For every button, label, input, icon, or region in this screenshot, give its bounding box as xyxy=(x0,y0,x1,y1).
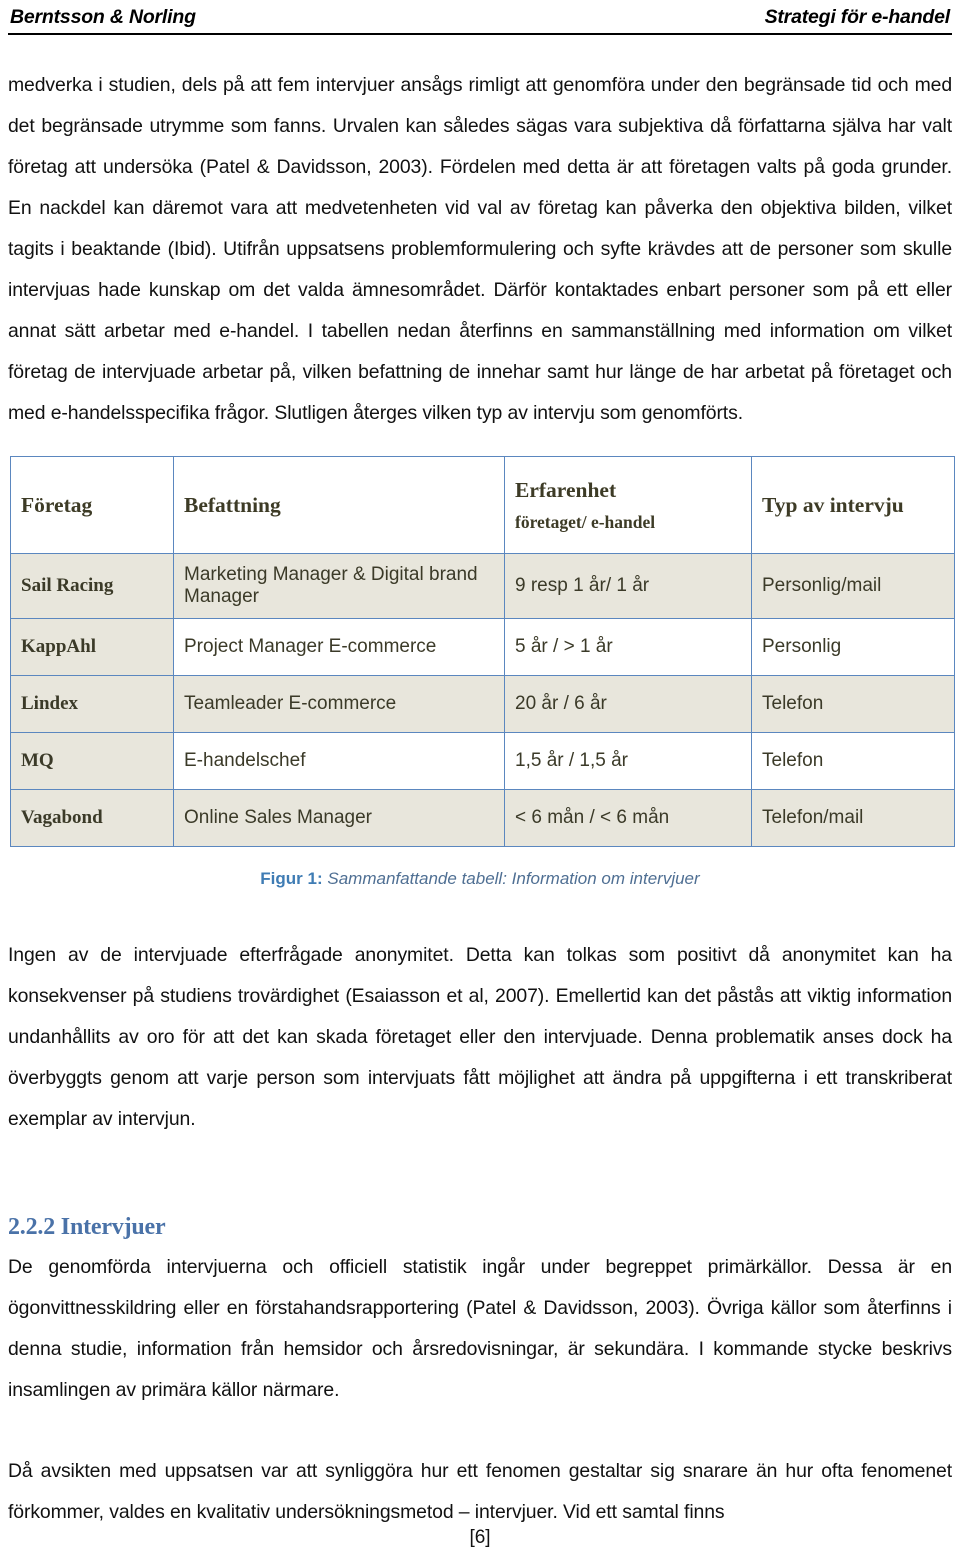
cell-interview-type: Telefon xyxy=(751,675,955,733)
section-heading-2-2-2: 2.2.2 Intervjuer xyxy=(8,1214,166,1240)
cell-interview-type: Telefon/mail xyxy=(751,789,955,847)
figure-caption: Figur 1: Sammanfattande tabell: Informat… xyxy=(8,869,952,889)
cell-position: Project Manager E-commerce xyxy=(173,618,505,676)
column-header-position: Befattning xyxy=(173,456,505,554)
cell-interview-type: Personlig xyxy=(751,618,955,676)
paragraph-2: Ingen av de intervjuade efterfrågade ano… xyxy=(8,944,952,1130)
cell-position: Teamleader E-commerce xyxy=(173,675,505,733)
paragraph-3: De genomförda intervjuerna och officiell… xyxy=(8,1256,952,1401)
column-header-interview-type-label: Typ av intervju xyxy=(762,492,904,517)
column-header-position-label: Befattning xyxy=(184,492,281,517)
cell-experience: 1,5 år / 1,5 år xyxy=(504,732,752,790)
figure-caption-label: Figur 1: xyxy=(260,869,323,888)
header-divider xyxy=(8,33,952,35)
cell-company: MQ xyxy=(10,732,174,790)
cell-company: Vagabond xyxy=(10,789,174,847)
column-header-experience: Erfarenhet företaget/ e-handel xyxy=(504,456,752,554)
cell-position: Online Sales Manager xyxy=(173,789,505,847)
figure-caption-text: Sammanfattande tabell: Information om in… xyxy=(327,869,700,888)
table-header-row: Företag Befattning Erfarenhet företaget/… xyxy=(10,456,955,554)
cell-experience: 5 år / > 1 år xyxy=(504,618,752,676)
cell-company: Sail Racing xyxy=(10,553,174,619)
cell-company: KappAhl xyxy=(10,618,174,676)
table-row: Lindex Teamleader E-commerce 20 år / 6 å… xyxy=(10,675,955,733)
cell-position: Marketing Manager & Digital brand Manage… xyxy=(173,553,505,619)
cell-interview-type: Personlig/mail xyxy=(751,553,955,619)
cell-experience: 9 resp 1 år/ 1 år xyxy=(504,553,752,619)
column-header-company: Företag xyxy=(10,456,174,554)
figure-1: Företag Befattning Erfarenhet företaget/… xyxy=(8,456,955,889)
interview-info-table: Företag Befattning Erfarenhet företaget/… xyxy=(10,456,955,847)
header-title: Strategi för e-handel xyxy=(764,6,951,28)
table-row: Sail Racing Marketing Manager & Digital … xyxy=(10,553,955,619)
table-row: Vagabond Online Sales Manager < 6 mån / … xyxy=(10,789,955,847)
page-number: [6] xyxy=(469,1527,491,1548)
table-row: MQ E-handelschef 1,5 år / 1,5 år Telefon xyxy=(10,732,955,790)
column-header-interview-type: Typ av intervju xyxy=(751,456,955,554)
paragraph-4: Då avsikten med uppsatsen var att synlig… xyxy=(8,1460,952,1523)
column-header-company-label: Företag xyxy=(21,492,93,517)
header-author: Berntsson & Norling xyxy=(10,6,196,28)
paragraph-1: medverka i studien, dels på att fem inte… xyxy=(8,74,952,424)
running-header: Berntsson & Norling Strategi för e-hande… xyxy=(8,0,952,33)
cell-position: E-handelschef xyxy=(173,732,505,790)
document-page: Berntsson & Norling Strategi för e-hande… xyxy=(0,0,960,1563)
column-header-experience-label: Erfarenhet xyxy=(515,477,617,502)
cell-experience: 20 år / 6 år xyxy=(504,675,752,733)
cell-company: Lindex xyxy=(10,675,174,733)
column-header-experience-sublabel: företaget/ e-handel xyxy=(515,511,656,532)
table-row: KappAhl Project Manager E-commerce 5 år … xyxy=(10,618,955,676)
cell-interview-type: Telefon xyxy=(751,732,955,790)
cell-experience: < 6 mån / < 6 mån xyxy=(504,789,752,847)
